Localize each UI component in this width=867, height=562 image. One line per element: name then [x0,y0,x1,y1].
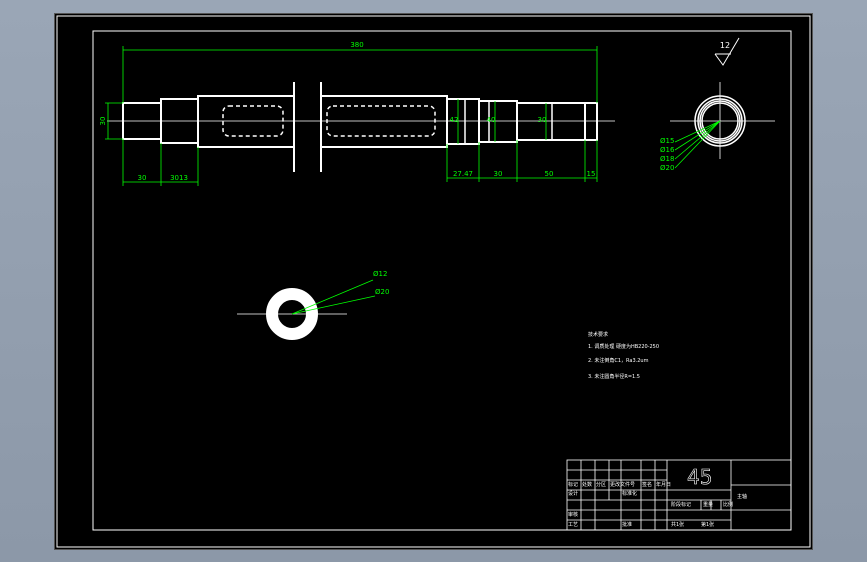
tb-sheet-total: 共1张 [671,521,684,528]
tb-scale: 比例 [723,501,733,508]
dimension-texts: 380 30 30 3013 27.47 30 50 15 42 40 30 [99,41,595,182]
section-right-label-3: Ø18 [660,155,674,163]
roughness-value: 12 [720,41,730,50]
bottom-right-dim-4: 15 [587,170,596,178]
shaft-main-view [122,95,598,148]
tb-approve: 批准 [622,521,632,528]
tech-note-2: 2. 未注倒角C1，Ra3.2um [588,357,649,364]
bottom-left-dim-1: 30 [138,174,147,182]
roughness-symbol: 12 [714,37,740,66]
overall-length-label: 380 [350,41,363,49]
title-block [566,459,792,531]
material-value: 45 [687,465,712,489]
tech-note-3: 3. 未注圆角半径R=1.5 [588,373,640,380]
tb-process: 工艺 [568,522,578,528]
break-lines [293,92,322,152]
section-right-label-1: Ø15 [660,137,674,145]
section-view-right: Ø15 Ø16 Ø18 Ø20 [660,82,775,172]
tb-weight: 重量 [703,501,713,508]
part-name: 主轴 [737,493,747,500]
ring-label-1: Ø12 [373,270,387,278]
tb-header-1: 标记 [568,481,578,488]
tb-header-3: 分区 [596,481,606,488]
bottom-left-dim-2: 3013 [170,174,188,182]
cad-viewport[interactable]: 380 30 30 3013 27.47 30 50 15 42 40 30 1… [55,14,812,549]
tb-review: 审核 [568,511,578,518]
section-right-label-2: Ø16 [660,146,675,154]
tb-header-4: 更改文件号 [610,481,635,488]
ring-label-2: Ø20 [375,288,389,296]
dia-label-3: 30 [538,116,547,124]
tb-header-6: 年月日 [656,481,671,488]
tech-notes-title: 技术要求 [588,331,608,338]
bottom-right-dim-3: 50 [545,170,554,178]
tb-sheet-num: 第1张 [701,521,714,528]
bottom-right-dim-1: 27.47 [453,170,473,178]
tb-header-5: 签名 [642,481,652,488]
tb-header-2: 处数 [582,481,592,488]
tb-standard: 标准化 [622,490,637,497]
tb-design: 设计 [568,490,578,497]
bottom-right-dim-2: 30 [494,170,503,178]
section-view-ring: Ø12 Ø20 [237,270,389,340]
section-right-label-4: Ø20 [660,164,674,172]
dia-label-2: 40 [487,116,496,124]
left-dia-label: 30 [99,117,107,126]
tech-notes: 技术要求 1. 调质处理 硬度为HB220-250 2. 未注倒角C1，Ra3.… [588,331,659,380]
tb-stage: 阶段标记 [671,501,691,508]
dia-label-1: 42 [450,116,459,124]
dimension-lines [105,46,598,186]
tech-note-1: 1. 调质处理 硬度为HB220-250 [588,343,659,350]
